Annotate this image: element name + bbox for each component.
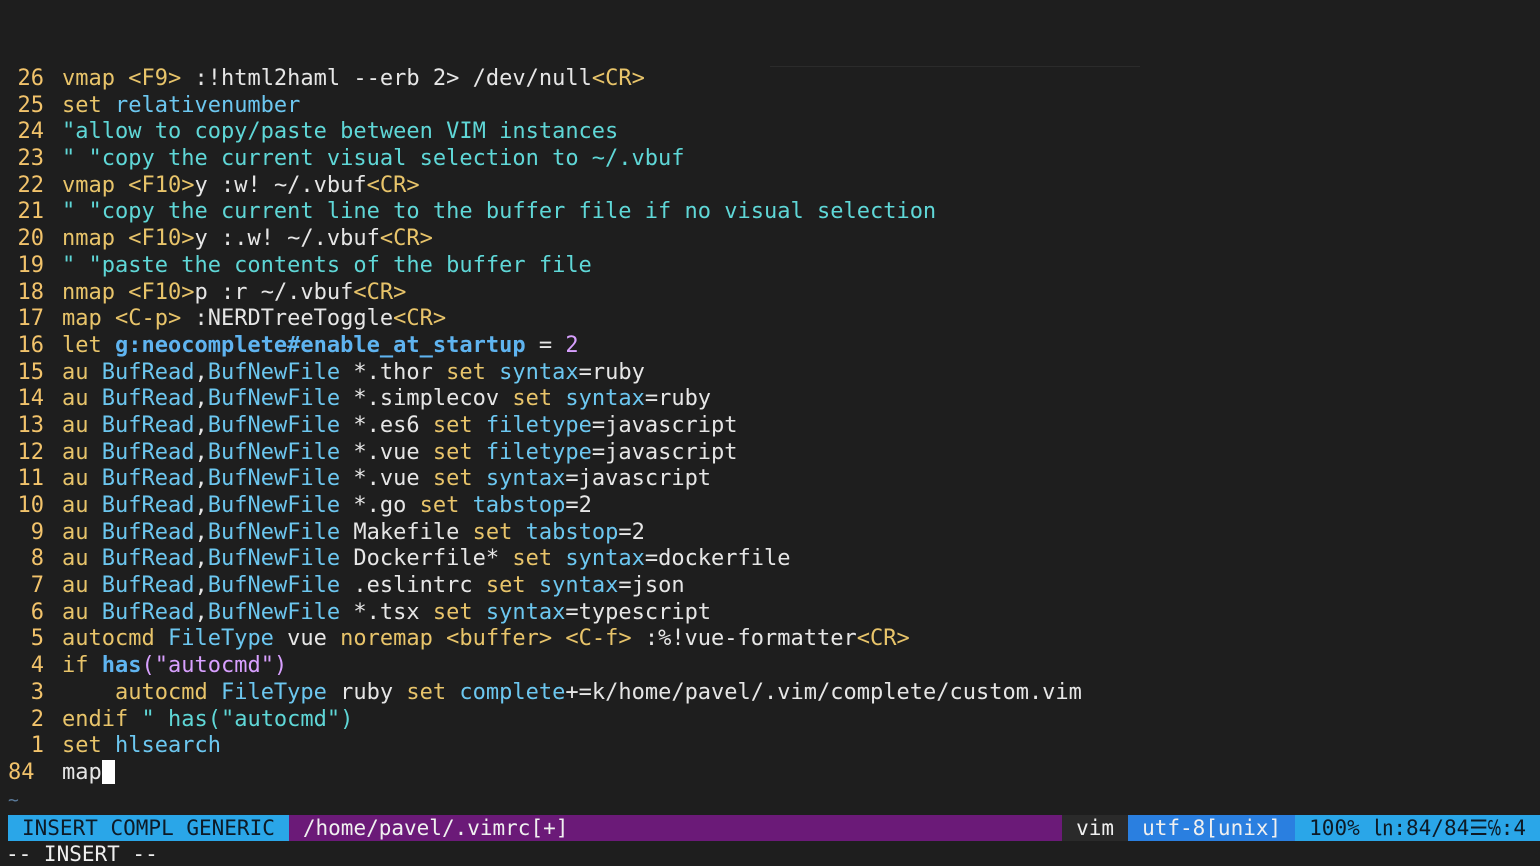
line-number: 4 — [30, 653, 44, 679]
line-number: 25 — [17, 92, 45, 118]
line-number: 24 — [17, 119, 45, 145]
code-line[interactable]: 15 au BufRead,BufNewFile *.thor set synta… — [0, 360, 1540, 387]
line-number: 19 — [17, 252, 45, 278]
line-number: 14 — [17, 386, 45, 412]
code-line[interactable]: 12 au BufRead,BufNewFile *.vue set filety… — [0, 440, 1540, 467]
line-text: " "paste the contents of the buffer file — [62, 252, 592, 278]
line-number: 15 — [17, 359, 45, 385]
code-line[interactable]: 1 set hlsearch — [0, 733, 1540, 760]
line-number: 26 — [17, 66, 45, 91]
line-number: 18 — [17, 279, 45, 305]
line-number: 7 — [30, 573, 44, 599]
line-text: nmap <F10>y :.w! ~/.vbuf<CR> — [62, 226, 433, 252]
line-text: " "copy the current line to the buffer f… — [62, 199, 937, 225]
line-text: vmap <F10>y :w! ~/.vbuf<CR> — [62, 172, 420, 198]
code-line[interactable]: 25 set relativenumber — [0, 93, 1540, 120]
line-text: nmap <F10>p :r ~/.vbuf<CR> — [62, 279, 407, 305]
line-number: 21 — [17, 199, 45, 225]
cursor-position: 100% ㏑:84/84☰℅:4 — [1295, 815, 1540, 841]
code-line[interactable]: 22 vmap <F10>y :w! ~/.vbuf<CR> — [0, 173, 1540, 200]
line-number: 8 — [30, 546, 44, 572]
code-line[interactable]: 3 autocmd FileType ruby set complete+=k/… — [0, 680, 1540, 707]
code-line[interactable]: 26 vmap <F9> :!html2haml --erb 2> /dev/nu… — [0, 66, 1540, 93]
line-text: au BufRead,BufNewFile *.tsx set syntax=t… — [62, 599, 712, 625]
mode-indicator: INSERT COMPL GENERIC — [8, 815, 289, 841]
code-line[interactable]: 6 au BufRead,BufNewFile *.tsx set syntax=… — [0, 600, 1540, 627]
line-number: 16 — [17, 332, 45, 358]
line-number: 9 — [30, 519, 44, 545]
code-line[interactable]: 8 au BufRead,BufNewFile Dockerfile* set s… — [0, 546, 1540, 573]
current-line[interactable]: 84 map — [0, 759, 1540, 787]
line-number: 6 — [30, 599, 44, 625]
code-line[interactable]: 23 " "copy the current visual selection t… — [0, 146, 1540, 173]
line-text: au BufRead,BufNewFile Dockerfile* set sy… — [62, 546, 791, 572]
line-number: 12 — [17, 439, 45, 465]
code-line[interactable]: 9 au BufRead,BufNewFile Makefile set tabs… — [0, 520, 1540, 547]
current-line-number: 84 — [8, 759, 35, 785]
code-line[interactable]: 2 endif " has("autocmd") — [0, 707, 1540, 734]
code-line[interactable]: 4 if has("autocmd") — [0, 653, 1540, 680]
filetype-indicator: vim — [1062, 815, 1129, 841]
command-line[interactable]: -- INSERT -- — [6, 842, 158, 866]
line-text: "allow to copy/paste between VIM instanc… — [62, 119, 619, 145]
line-text: map <C-p> :NERDTreeToggle<CR> — [62, 306, 447, 332]
line-text: autocmd FileType vue noremap <buffer> <C… — [62, 626, 910, 652]
line-text: au BufRead,BufNewFile .eslintrc set synt… — [62, 573, 685, 599]
line-text: au BufRead,BufNewFile *.vue set syntax=j… — [62, 466, 712, 492]
code-line[interactable]: 14 au BufRead,BufNewFile *.simplecov set … — [0, 386, 1540, 413]
line-text: au BufRead,BufNewFile Makefile set tabst… — [62, 519, 645, 545]
line-text: autocmd FileType ruby set complete+=k/ho… — [114, 679, 1082, 705]
line-number: 1 — [30, 733, 44, 759]
line-text: set hlsearch — [62, 733, 221, 759]
statusline: INSERT COMPL GENERIC /home/pavel/.vimrc[… — [8, 815, 1540, 841]
editor-buffer[interactable]: 26 vmap <F9> :!html2haml --erb 2> /dev/nu… — [0, 66, 1540, 787]
line-number: 17 — [17, 306, 45, 332]
code-line[interactable]: 21 " "copy the current line to the buffer… — [0, 199, 1540, 226]
line-text: if has("autocmd") — [62, 653, 288, 679]
line-number: 20 — [17, 226, 45, 252]
code-line[interactable]: 10 au BufRead,BufNewFile *.go set tabstop… — [0, 493, 1540, 520]
line-number: 2 — [30, 706, 44, 732]
code-line[interactable]: 11 au BufRead,BufNewFile *.vue set syntax… — [0, 466, 1540, 493]
code-line[interactable]: 7 au BufRead,BufNewFile .eslintrc set syn… — [0, 573, 1540, 600]
line-text: " "copy the current visual selection to … — [62, 146, 685, 172]
line-text: au BufRead,BufNewFile *.es6 set filetype… — [62, 412, 738, 438]
line-text: let g:neocomplete#enable_at_startup = 2 — [62, 332, 579, 358]
code-line[interactable]: 13 au BufRead,BufNewFile *.es6 set filety… — [0, 413, 1540, 440]
empty-line-marker: ~ — [8, 790, 19, 811]
code-line[interactable]: 24 "allow to copy/paste between VIM insta… — [0, 119, 1540, 146]
line-number: 3 — [30, 679, 44, 705]
line-number: 22 — [17, 172, 45, 198]
code-line[interactable]: 5 autocmd FileType vue noremap <buffer> <… — [0, 626, 1540, 653]
line-text: au BufRead,BufNewFile *.go set tabstop=2 — [62, 493, 592, 518]
line-number: 11 — [17, 466, 45, 492]
line-text: au BufRead,BufNewFile *.simplecov set sy… — [62, 386, 712, 412]
code-line[interactable]: 19 " "paste the contents of the buffer fi… — [0, 253, 1540, 280]
code-line[interactable]: 16 let g:neocomplete#enable_at_startup = … — [0, 333, 1540, 360]
line-text: vmap <F9> :!html2haml --erb 2> /dev/null… — [62, 66, 645, 91]
encoding-indicator: utf-8[unix] — [1128, 815, 1296, 841]
line-text: au BufRead,BufNewFile *.thor set syntax=… — [62, 359, 645, 385]
code-line[interactable]: 17 map <C-p> :NERDTreeToggle<CR> — [0, 306, 1540, 333]
code-line[interactable]: 20 nmap <F10>y :.w! ~/.vbuf<CR> — [0, 226, 1540, 253]
line-text: au BufRead,BufNewFile *.vue set filetype… — [62, 439, 738, 465]
line-number: 5 — [30, 626, 44, 652]
line-text: endif " has("autocmd") — [62, 706, 354, 732]
file-path: /home/pavel/.vimrc[+] — [288, 815, 1063, 841]
line-number: 13 — [17, 412, 45, 438]
text-cursor — [101, 759, 115, 784]
code-line[interactable]: 18 nmap <F10>p :r ~/.vbuf<CR> — [0, 280, 1540, 307]
line-number: 23 — [17, 146, 45, 172]
line-text: set relativenumber — [62, 92, 301, 118]
line-number: 10 — [17, 493, 45, 518]
current-line-text: map — [62, 759, 102, 785]
